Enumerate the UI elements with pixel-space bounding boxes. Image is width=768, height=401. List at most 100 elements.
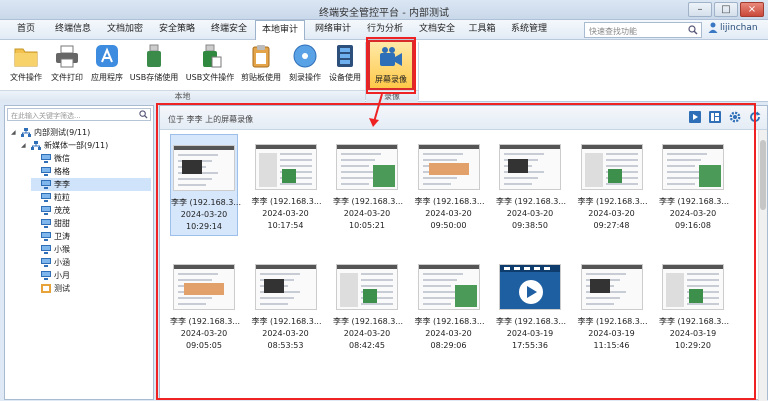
thumb-line [422,183,451,185]
menu-terminal-security[interactable]: 终端安全 [204,20,254,40]
scrollbar-thumb[interactable] [760,140,766,210]
screenshot-thumbnail[interactable] [662,264,724,310]
screenshot-thumbnail[interactable] [417,144,480,190]
recording-tile[interactable]: 李李 (192.168.3... 2024-03-19 10:29:20 [659,254,729,356]
thumb-line [504,183,532,185]
tree-filter-input[interactable]: 在此输入关键字筛选... [7,108,151,121]
tree-item[interactable]: 格格 [31,165,151,178]
file-operation-button[interactable]: 文件操作 [8,40,44,90]
usb-file-operation-button[interactable]: USB文件操作 [184,40,236,90]
folder-icon [14,48,38,67]
tree-item-label: 粒粒 [54,193,70,202]
recording-time: 09:16:08 [675,221,711,230]
menu-home[interactable]: 首页 [6,20,46,40]
tree-item-label: 小猴 [54,245,70,254]
recording-tile[interactable]: 李李 (192.168.3... 2024-03-20 09:27:48 [578,134,648,236]
maximize-button[interactable]: □ [714,2,738,17]
recording-tile[interactable]: 李李 (192.168.3... 2024-03-20 09:05:05 [170,254,241,356]
tree-item[interactable]: 卫涛 [31,230,151,243]
play-icon[interactable] [689,111,701,123]
screenshot-thumbnail[interactable] [417,264,480,310]
recording-name: 李李 (192.168.3... [170,317,241,326]
screenshot-thumbnail[interactable] [662,144,724,190]
thumb-line [422,273,463,275]
menu-bar: 首页 终端信息 文档加密 安全策略 终端安全 本地审计 网络审计 行为分析 文档… [0,20,768,41]
disc-icon [293,44,317,68]
printer-icon [56,45,78,68]
gear-icon[interactable] [729,111,741,123]
screenshot-thumbnail[interactable] [580,144,643,190]
quick-search-input[interactable]: 快速查找功能 [584,22,702,38]
screenshot-thumbnail[interactable] [336,264,398,310]
screen-recording-button[interactable]: 屏幕录像 [368,40,414,90]
tree-item-label: 微信 [54,154,70,163]
recording-tile[interactable]: 李李 (192.168.3... 2024-03-20 10:29:14 [170,134,241,236]
video-thumbnail[interactable] [499,264,561,310]
tree-item[interactable]: 小月 [31,269,151,282]
search-icon[interactable] [688,25,698,35]
device-usage-button[interactable]: 设备使用 [326,40,364,90]
thumb-image-block [340,273,358,307]
recording-time: 09:05:05 [186,341,222,350]
burn-operation-button[interactable]: 刻录操作 [286,40,324,90]
clipboard-button[interactable]: 剪贴板使用 [240,40,282,90]
tree-item[interactable]: 茂茂 [31,204,151,217]
tree-item[interactable]: 测试 [31,282,151,295]
layout-icon[interactable] [709,111,721,123]
user-icon [708,22,718,33]
thumb-image-block [363,289,377,303]
recording-name: 李李 (192.168.3... [496,317,567,326]
tree-item[interactable]: ◢ 内部测试(9/11) [11,126,151,139]
menu-system-admin[interactable]: 系统管理 [504,20,554,40]
tree-item[interactable]: 小猴 [31,243,151,256]
menu-doc-security[interactable]: 文档安全 [412,20,462,40]
minimize-button[interactable]: – [688,2,712,17]
tree-item[interactable]: 李李 [31,178,151,191]
file-print-button[interactable]: 文件打印 [48,40,86,90]
recording-tile[interactable]: 李李 (192.168.3... 2024-03-20 10:05:21 [333,134,403,236]
expand-arrow-icon[interactable]: ◢ [11,126,18,139]
recording-tile[interactable]: 李李 (192.168.3... 2024-03-20 09:38:50 [496,134,566,236]
screenshot-thumbnail[interactable] [254,144,317,190]
thumb-titlebar [255,265,316,269]
recording-tile[interactable]: 李李 (192.168.3... 2024-03-20 10:17:54 [252,134,322,236]
tree-item[interactable]: 小涵 [31,256,151,269]
menu-local-audit[interactable]: 本地审计 [255,20,305,41]
thumb-line [361,303,393,305]
screenshot-thumbnail[interactable] [173,264,235,310]
usb-storage-button[interactable]: USB存储使用 [128,40,180,90]
user-menu[interactable]: lijinchan [708,22,758,33]
menu-terminal-info[interactable]: 终端信息 [48,20,98,40]
screenshot-thumbnail[interactable] [254,264,317,310]
screenshot-thumbnail[interactable] [336,144,398,190]
recording-tile[interactable]: 李李 (192.168.3... 2024-03-19 17:55:36 [496,254,567,356]
application-button[interactable]: 应用程序 [88,40,126,90]
recording-time: 17:55:36 [512,341,548,350]
recording-tile[interactable]: 李李 (192.168.3... 2024-03-20 08:29:06 [415,254,485,356]
tree-item[interactable]: 甜甜 [31,217,151,230]
screenshot-thumbnail[interactable] [499,144,561,190]
menu-security-policy[interactable]: 安全策略 [152,20,202,40]
application-label: 应用程序 [91,73,123,82]
recording-date: 2024-03-19 [588,329,635,338]
close-button[interactable]: × [740,2,764,17]
refresh-icon[interactable] [749,111,761,123]
tree-item[interactable]: 粒粒 [31,191,151,204]
vertical-scrollbar[interactable] [758,130,767,401]
recording-tile[interactable]: 李李 (192.168.3... 2024-03-19 11:15:46 [578,254,648,356]
screenshot-thumbnail[interactable] [580,264,643,310]
menu-doc-encrypt[interactable]: 文档加密 [100,20,150,40]
menu-behavior-analysis[interactable]: 行为分析 [360,20,410,40]
menu-network-audit[interactable]: 网络审计 [308,20,358,40]
recording-tile[interactable]: 李李 (192.168.3... 2024-03-20 09:50:00 [415,134,485,236]
recording-tile[interactable]: 李李 (192.168.3... 2024-03-20 08:53:53 [252,254,322,356]
menu-toolbox[interactable]: 工具箱 [462,20,502,40]
group-label-local: 本地 [0,90,365,102]
expand-arrow-icon[interactable]: ◢ [21,139,28,152]
recording-tile[interactable]: 李李 (192.168.3... 2024-03-20 08:42:45 [333,254,403,356]
tree-item[interactable]: ◢ 新媒体一部(9/11) [21,139,151,152]
tree-item[interactable]: 微信 [31,152,151,165]
recording-tile[interactable]: 李李 (192.168.3... 2024-03-20 09:16:08 [659,134,729,236]
tree-item-label: 小涵 [54,258,70,267]
screenshot-thumbnail[interactable] [173,145,235,191]
